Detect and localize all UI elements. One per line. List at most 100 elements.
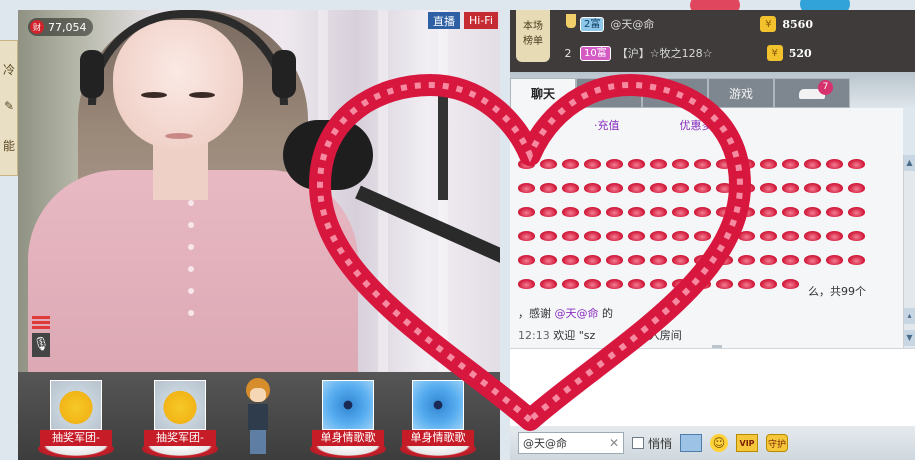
lips-row [518,204,878,224]
edit-icon[interactable]: ✎ [1,99,17,113]
lips-icon [694,255,711,265]
headphones [88,10,288,105]
viewer-count-badge: 财 77,054 [28,18,93,36]
lips-row [518,252,878,272]
lips-icon [562,255,579,265]
menu-icon[interactable] [32,316,50,330]
gift-item[interactable]: 单身情歌歌 [308,378,388,460]
gift-label: 抽奖军团- [144,430,216,446]
rank-username[interactable]: 【沪】☆牧之128☆ [617,45,757,61]
lips-icon [716,279,733,289]
gift-label: 单身情歌歌 [402,430,474,446]
lips-icon [628,159,645,169]
side-toolbar-item-3[interactable]: 能 [1,137,17,154]
lips-icon [804,231,821,241]
lips-row [518,156,878,176]
lips-icon [848,183,865,193]
lips-icon [672,279,689,289]
image-icon[interactable] [680,434,703,452]
lips-icon [606,279,623,289]
lips-icon [804,255,821,265]
lips-icon [518,159,535,169]
lips-icon [584,231,601,241]
notice-suffix: 优惠多多。 [679,119,735,132]
tab-2[interactable] [576,78,642,108]
rank-username[interactable]: @天@命 [610,16,750,32]
video-stream[interactable]: 财 77,054 直播 Hi-Fi 🎙 [18,10,500,372]
gift-item[interactable]: 抽奖军团- [36,378,116,460]
ranking-title-text: 本场 榜单 [523,21,543,47]
lips-icon [672,231,689,241]
side-toolbar-item-1[interactable]: 冷 [1,61,17,78]
ranking-row[interactable]: 2 10富 【沪】☆牧之128☆ ¥ 520 [560,41,910,65]
lips-icon [694,159,711,169]
recipient-select[interactable]: @天@命 ✕ [518,432,624,454]
lips-icon [562,279,579,289]
ranking-row[interactable]: 2富 @天@命 ¥ 8560 [560,12,910,36]
ranking-title[interactable]: 本场 榜单 [516,10,550,62]
lips-icon [628,207,645,217]
gift-item[interactable]: 单身情歌歌 [398,378,478,460]
duck-gift-icon [154,380,206,430]
ranking-panel: 本场 榜单 2富 @天@命 ¥ 8560 2 10富 【沪】☆牧之128☆ ¥ … [510,10,915,72]
lips-icon [584,207,601,217]
welcome-username[interactable]: "sz [579,329,596,342]
thanks-suffix: 的 [602,307,613,320]
headphone-cup-left [80,50,104,98]
lips-icon [562,159,579,169]
lips-icon [826,159,843,169]
lips-icon [782,231,799,241]
chat-username[interactable]: @天@命 [555,307,599,320]
chat-input[interactable] [510,348,915,426]
wealth-icon: 财 [30,20,44,34]
thanks-prefix: ，感谢 [518,307,551,320]
hifi-tag[interactable]: Hi-Fi [464,12,498,29]
lips-icon [606,183,623,193]
lips-icon [760,183,777,193]
mic-stand [438,80,448,200]
lips-icon [518,207,535,217]
live-tag[interactable]: 直播 [428,12,460,29]
scroll-thumb[interactable]: ▴ [904,308,915,324]
lips-icon [540,207,557,217]
rank-position: 2 [564,46,572,60]
lips-icon [584,279,601,289]
chat-messages: ·充值 优惠多多。 么，共99个 ，感谢 @天@命 的 12:13 欢迎 "sz … [510,108,903,348]
rank-score: 520 [788,46,812,60]
lips-icon [738,231,755,241]
tab-gifts[interactable]: 礼物 [642,78,708,108]
lips-icon [650,231,667,241]
lips-icon [738,279,755,289]
tab-vehicles[interactable] [774,78,850,108]
whisper-checkbox[interactable] [632,437,644,449]
scroll-up-icon[interactable]: ▲ [904,155,915,171]
lips-icon [782,183,799,193]
thanks-message: ，感谢 @天@命 的 [518,305,613,321]
vip-icon[interactable]: VIP [736,434,759,452]
tab-games[interactable]: 游戏 [708,78,774,108]
guard-icon[interactable]: 守护 [766,434,789,452]
close-icon[interactable]: ✕ [609,436,619,450]
lips-icon [782,207,799,217]
lips-icon [804,183,821,193]
lips-icon [672,207,689,217]
scroll-down-icon[interactable]: ▼ [904,330,915,346]
notification-badge: 7 [818,80,833,95]
emoji-icon[interactable]: ☺ [710,434,729,452]
tab-chat[interactable]: 聊天 [510,78,576,108]
avatar-character-icon[interactable] [240,376,276,460]
lips-icon [540,231,557,241]
lips-icon [562,183,579,193]
lips-icon [628,255,645,265]
lips-icon [606,231,623,241]
welcome-text: 欢迎 [553,329,576,342]
microphone [283,120,373,190]
lips-icon [518,183,535,193]
flower-gift-icon [322,380,374,430]
gift-item[interactable]: 抽奖军团- [140,378,220,460]
lips-icon [540,255,557,265]
lips-icon [760,159,777,169]
microphone-icon[interactable]: 🎙 [32,333,50,357]
coin-icon: ¥ [760,16,777,32]
chat-scrollbar[interactable]: ▲ ▴ ▼ [903,155,915,348]
